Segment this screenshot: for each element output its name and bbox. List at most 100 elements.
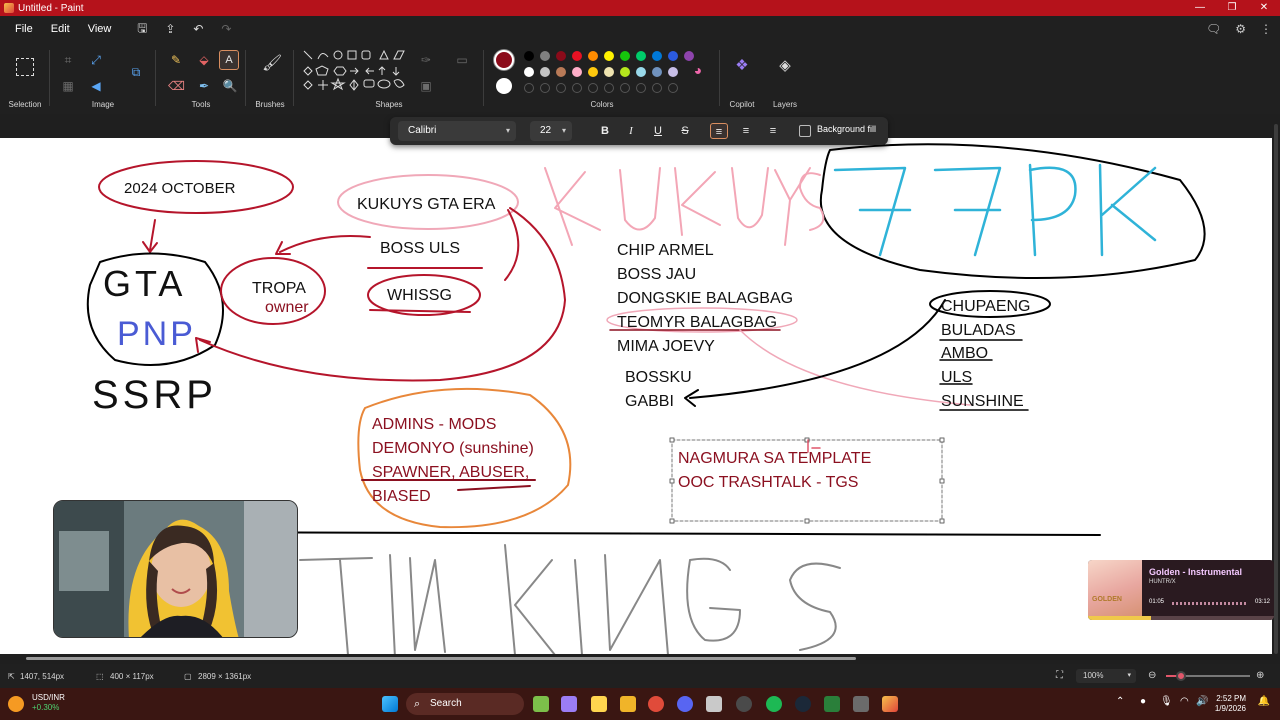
color-swatch[interactable] [668, 51, 678, 61]
wifi-icon[interactable]: ◠ [1180, 696, 1189, 707]
custom-color-slot[interactable] [524, 83, 534, 93]
underline-button[interactable]: U [649, 123, 667, 139]
steam-icon[interactable] [795, 696, 811, 712]
custom-color-slot[interactable] [620, 83, 630, 93]
paint-taskbar-icon[interactable] [882, 696, 898, 712]
outline-icon[interactable]: ✑ [418, 52, 434, 68]
file-explorer-icon[interactable] [620, 696, 636, 712]
color-swatch[interactable] [540, 67, 550, 77]
select-all-icon[interactable]: ▦ [60, 78, 76, 94]
eraser-icon[interactable]: ⌫ [168, 78, 185, 94]
custom-color-slot[interactable] [588, 83, 598, 93]
text-tool-icon[interactable]: A [219, 50, 239, 70]
custom-color-slot[interactable] [668, 83, 678, 93]
resize-icon[interactable]: ⤢ [88, 52, 104, 68]
edit-colors-icon[interactable]: ◕ [690, 62, 706, 78]
volume-icon[interactable]: 🔊 [1196, 696, 1208, 707]
fit-to-window-icon[interactable]: ⛶ [1056, 670, 1063, 681]
weather-widget-icon[interactable] [8, 696, 24, 712]
notification-icon[interactable]: 🔔 [1258, 696, 1270, 707]
menu-edit[interactable]: Edit [42, 23, 79, 35]
close-icon[interactable]: ✕ [1248, 0, 1280, 16]
windows-start-icon[interactable] [382, 696, 398, 712]
crop-icon[interactable]: ⌗ [60, 52, 76, 68]
gear-icon[interactable]: ⚙ [1235, 22, 1246, 36]
textbox-line-2[interactable]: OOC TRASHTALK - TGS [678, 474, 858, 491]
color-swatch[interactable] [636, 51, 646, 61]
color-swatch[interactable] [556, 67, 566, 77]
align-right-icon[interactable]: ≡ [764, 123, 782, 139]
horizontal-scrollbar[interactable] [0, 654, 1280, 662]
secondary-color-swatch[interactable] [496, 78, 512, 94]
scrollbar-thumb[interactable] [26, 657, 856, 660]
zoom-slider[interactable] [1166, 671, 1250, 681]
obs-icon[interactable] [736, 696, 752, 712]
notes-app-icon[interactable] [591, 696, 607, 712]
color-swatch[interactable] [620, 67, 630, 77]
zoom-slider-knob[interactable] [1176, 671, 1187, 681]
color-swatch[interactable] [668, 67, 678, 77]
color-swatch[interactable] [604, 67, 614, 77]
align-center-icon[interactable]: ≡ [737, 123, 755, 139]
strikethrough-button[interactable]: S [676, 123, 694, 139]
color-picker-icon[interactable]: ✒ [196, 78, 212, 94]
taskbar-clock[interactable]: 2:52 PM 1/9/2026 [1215, 694, 1246, 714]
notepad-icon[interactable] [706, 696, 722, 712]
stock-widget[interactable]: USD/INR +0.30% [32, 693, 65, 713]
chevron-up-icon[interactable]: ⌃ [1116, 696, 1124, 707]
shape-outline-dropdown-icon[interactable]: ▣ [418, 78, 434, 94]
image-effects-icon[interactable]: ⧉ [128, 64, 144, 80]
background-fill-checkbox[interactable] [799, 125, 811, 137]
game-app-icon[interactable] [533, 696, 549, 712]
primary-color-swatch[interactable] [494, 50, 514, 70]
color-swatch[interactable] [684, 51, 694, 61]
fill-bucket-icon[interactable]: ⬙ [196, 52, 212, 68]
media-app-icon[interactable] [853, 696, 869, 712]
custom-color-slot[interactable] [652, 83, 662, 93]
color-swatch[interactable] [604, 51, 614, 61]
color-swatch[interactable] [636, 67, 646, 77]
color-swatch[interactable] [556, 51, 566, 61]
share-icon[interactable]: ⇪ [156, 22, 184, 36]
color-swatch[interactable] [620, 51, 630, 61]
color-swatch[interactable] [652, 67, 662, 77]
terminal-icon[interactable] [824, 696, 840, 712]
magnifier-icon[interactable]: 🔍 [222, 78, 238, 94]
menu-file[interactable]: File [6, 23, 42, 35]
minimize-icon[interactable]: — [1184, 0, 1216, 16]
layers-icon[interactable]: ◈ [777, 58, 793, 74]
save-icon[interactable]: 🖫 [128, 19, 156, 40]
copilot-taskbar-icon[interactable] [561, 696, 577, 712]
color-swatch[interactable] [572, 67, 582, 77]
menu-view[interactable]: View [79, 23, 121, 35]
more-options-icon[interactable]: ⋮ [1260, 22, 1272, 36]
zoom-select[interactable]: 100% ▾ [1076, 669, 1136, 683]
textbox-line-1[interactable]: NAGMURA SA TEMPLATE [678, 450, 871, 467]
font-family-select[interactable]: Calibri ▾ [398, 121, 516, 141]
taskbar-search[interactable]: ⌕ Search [406, 693, 524, 715]
vertical-scrollbar[interactable] [1274, 124, 1278, 654]
rectangle-select-icon[interactable] [16, 58, 34, 76]
maximize-icon[interactable]: ❐ [1216, 0, 1248, 16]
bold-button[interactable]: B [596, 123, 614, 139]
fill-icon[interactable]: ▭ [454, 52, 470, 68]
custom-color-slot[interactable] [540, 83, 550, 93]
redo-icon[interactable]: ↷ [212, 22, 240, 36]
copilot-icon[interactable]: ❖ [734, 58, 750, 74]
chrome-icon[interactable] [648, 696, 664, 712]
color-swatch[interactable] [572, 51, 582, 61]
italic-button[interactable]: I [622, 123, 640, 139]
discord-icon[interactable] [677, 696, 693, 712]
custom-color-slot[interactable] [604, 83, 614, 93]
zoom-out-icon[interactable]: ⊖ [1148, 670, 1156, 681]
custom-color-slot[interactable] [556, 83, 566, 93]
microphone-icon[interactable]: 🎙 [1160, 696, 1173, 707]
color-swatch[interactable] [524, 51, 534, 61]
zoom-in-icon[interactable]: ⊕ [1256, 670, 1264, 681]
color-swatch[interactable] [540, 51, 550, 61]
font-size-select[interactable]: 22 ▾ [530, 121, 572, 141]
align-left-icon[interactable]: ≡ [710, 123, 728, 139]
custom-color-slot[interactable] [636, 83, 646, 93]
brush-icon[interactable]: 🖌 [262, 56, 282, 72]
color-swatch[interactable] [652, 51, 662, 61]
